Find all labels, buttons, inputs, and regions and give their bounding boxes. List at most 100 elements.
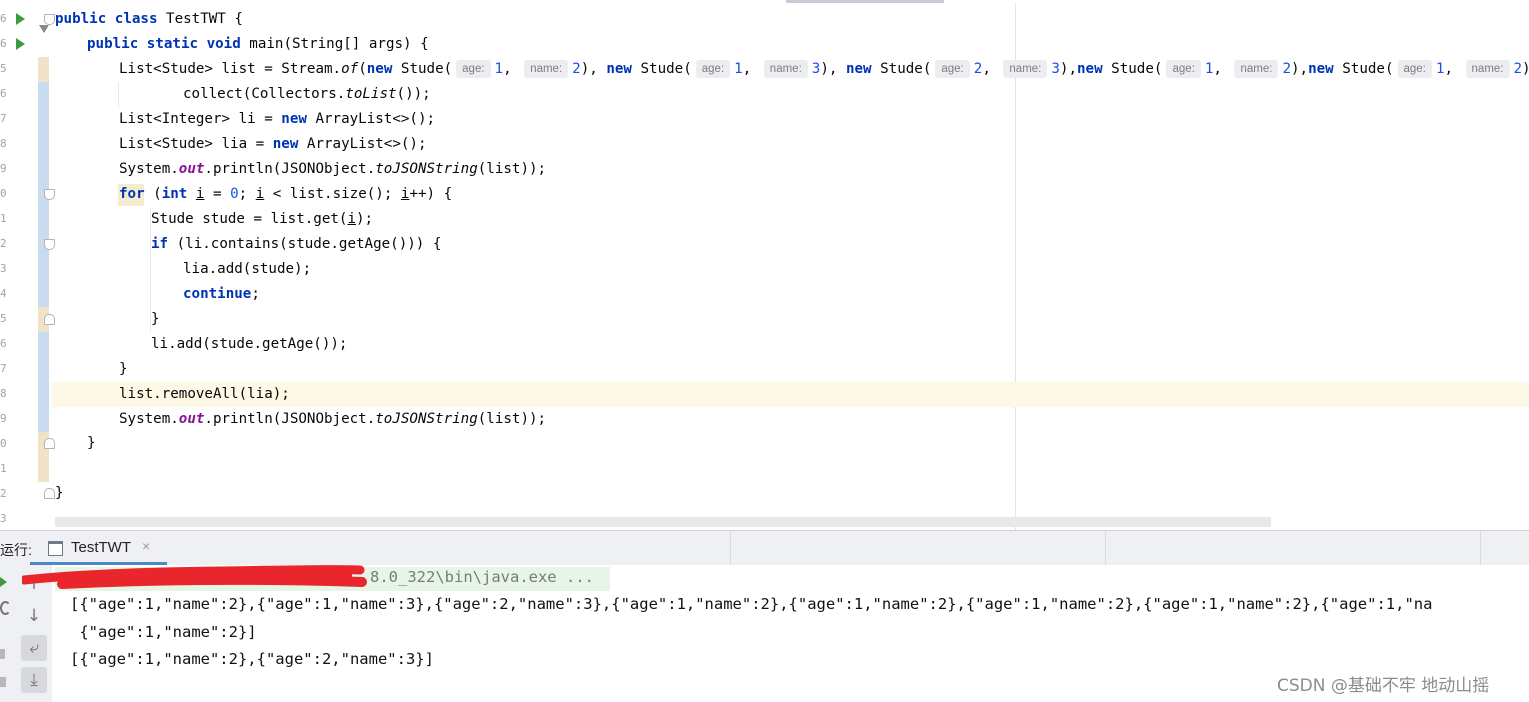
fold-icon[interactable] bbox=[44, 314, 55, 325]
static-field: out bbox=[178, 161, 205, 177]
param-hint-name: name: bbox=[1465, 60, 1510, 78]
change-marker-modified[interactable] bbox=[38, 57, 49, 82]
number-literal: 0 bbox=[230, 186, 239, 202]
code-text: TestTWT { bbox=[157, 11, 243, 27]
line-number: 6 bbox=[0, 37, 6, 50]
code-text: ) bbox=[1290, 61, 1300, 77]
code-text: ( bbox=[358, 61, 367, 77]
keyword: public bbox=[55, 11, 107, 27]
loop-variable: i bbox=[255, 186, 265, 202]
close-icon[interactable]: × bbox=[142, 538, 150, 554]
line-number: 4 bbox=[0, 287, 6, 300]
code-text: .println(JSONObject. bbox=[204, 411, 376, 427]
pause-icon[interactable] bbox=[0, 649, 5, 659]
code-line[interactable]: for (int i = 0; i < list.size(); i++) { bbox=[119, 182, 452, 207]
line-number: 6 bbox=[0, 12, 6, 25]
number-literal: 3 bbox=[1051, 61, 1060, 77]
param-hint-age: age: bbox=[1397, 60, 1432, 78]
keyword: for bbox=[119, 186, 145, 202]
code-text: lia.add(stude); bbox=[183, 261, 312, 277]
code-text: ArrayList<>(); bbox=[306, 111, 436, 127]
code-line[interactable]: System.out.println(JSONObject.toJSONStri… bbox=[119, 157, 546, 182]
keyword: continue bbox=[183, 286, 252, 302]
fold-icon[interactable] bbox=[44, 438, 55, 449]
code-line[interactable]: List<Integer> li = new ArrayList<>(); bbox=[119, 107, 435, 132]
code-line[interactable]: } bbox=[151, 307, 160, 332]
param-hint-name: name: bbox=[1003, 60, 1048, 78]
run-main-icon[interactable] bbox=[16, 38, 25, 50]
keyword: if bbox=[151, 236, 169, 252]
code-line[interactable]: collect(Collectors.toList()); bbox=[183, 82, 431, 107]
code-text: Stude( bbox=[392, 61, 453, 77]
param-hint-name: name: bbox=[524, 60, 569, 78]
editor-gutter: 6 6 5 6 7 8 9 0 1 2 3 4 5 6 7 8 9 0 1 2 … bbox=[0, 0, 55, 530]
fold-icon[interactable] bbox=[44, 488, 55, 499]
code-text: , bbox=[589, 61, 607, 77]
line-number: 6 bbox=[0, 87, 6, 100]
down-arrow-icon[interactable]: ↓ bbox=[21, 603, 47, 629]
code-line[interactable]: Stude stude = list.get(i); bbox=[151, 207, 373, 232]
code-line-current[interactable]: list.removeAll(lia); bbox=[119, 382, 290, 407]
rerun-icon[interactable] bbox=[0, 575, 8, 589]
code-text: = bbox=[204, 186, 231, 202]
code-text: } bbox=[151, 311, 160, 327]
breakpoint-arrow-icon[interactable] bbox=[39, 25, 49, 33]
line-number: 3 bbox=[0, 512, 6, 525]
stop-restart-icon[interactable] bbox=[0, 601, 11, 615]
static-field: out bbox=[178, 411, 205, 427]
code-text: collect(Collectors. bbox=[183, 86, 346, 102]
fold-icon[interactable] bbox=[44, 239, 55, 250]
change-marker-added[interactable] bbox=[38, 332, 49, 432]
code-line[interactable]: if (li.contains(stude.getAge())) { bbox=[151, 232, 441, 257]
param-hint-name: name: bbox=[763, 60, 808, 78]
code-text: (list)); bbox=[477, 161, 547, 177]
keyword: new bbox=[845, 61, 872, 77]
keyword: new bbox=[366, 61, 393, 77]
code-text: , bbox=[503, 61, 521, 77]
code-text: List<Integer> li = bbox=[119, 111, 282, 127]
fold-icon[interactable] bbox=[44, 189, 55, 200]
code-text: List<Stude> list = Stream. bbox=[119, 61, 342, 77]
number-literal: 2 bbox=[1513, 61, 1523, 77]
code-text: ()); bbox=[396, 86, 431, 102]
code-editor[interactable]: 6 6 5 6 7 8 9 0 1 2 3 4 5 6 7 8 9 0 1 2 … bbox=[0, 0, 1529, 530]
console-output-line: {"age":1,"name":2}] bbox=[70, 623, 257, 641]
code-line[interactable]: public static void main(String[] args) { bbox=[87, 32, 429, 57]
code-line[interactable]: } bbox=[119, 357, 128, 382]
keyword: new bbox=[272, 136, 299, 152]
code-line[interactable]: li.add(stude.getAge()); bbox=[151, 332, 347, 357]
code-line[interactable]: List<Stude> lia = new ArrayList<>(); bbox=[119, 132, 427, 157]
code-text: , bbox=[1444, 61, 1462, 77]
command-line-text: 8.0_322\bin\java.exe ... bbox=[370, 568, 594, 586]
fold-icon[interactable] bbox=[44, 14, 55, 25]
editor-tab-indicator bbox=[786, 0, 944, 3]
dump-icon[interactable] bbox=[0, 677, 6, 687]
code-text: ); bbox=[356, 211, 374, 227]
code-text: , bbox=[982, 61, 1000, 77]
code-text: (list)); bbox=[477, 411, 547, 427]
keyword: new bbox=[1308, 61, 1334, 77]
keyword: new bbox=[1077, 61, 1103, 77]
code-line[interactable]: lia.add(stude); bbox=[183, 257, 311, 282]
code-line[interactable]: continue; bbox=[183, 282, 260, 307]
number-literal: 2 bbox=[1282, 61, 1291, 77]
line-number: 8 bbox=[0, 387, 6, 400]
code-text: System. bbox=[119, 161, 179, 177]
code-line[interactable]: List<Stude> list = Stream.of(new Stude(a… bbox=[119, 57, 1529, 82]
code-line[interactable]: } bbox=[87, 431, 96, 456]
line-number: 2 bbox=[0, 237, 6, 250]
run-tab-testtwt[interactable]: TestTWT × bbox=[30, 531, 167, 565]
scroll-to-end-icon[interactable]: ⤓ bbox=[21, 667, 47, 693]
run-class-icon[interactable] bbox=[16, 13, 25, 25]
code-line[interactable]: public class TestTWT { bbox=[55, 7, 243, 32]
horizontal-scrollbar[interactable] bbox=[55, 517, 1271, 527]
code-text: , bbox=[828, 61, 846, 77]
code-line[interactable]: } bbox=[55, 481, 64, 506]
code-line[interactable]: System.out.println(JSONObject.toJSONStri… bbox=[119, 407, 546, 432]
code-text: , bbox=[1213, 61, 1231, 77]
soft-wrap-icon[interactable]: ⤶ bbox=[21, 635, 47, 661]
header-divider bbox=[730, 531, 731, 565]
code-text: < list.size(); bbox=[264, 186, 401, 202]
method-name: of bbox=[341, 61, 359, 77]
